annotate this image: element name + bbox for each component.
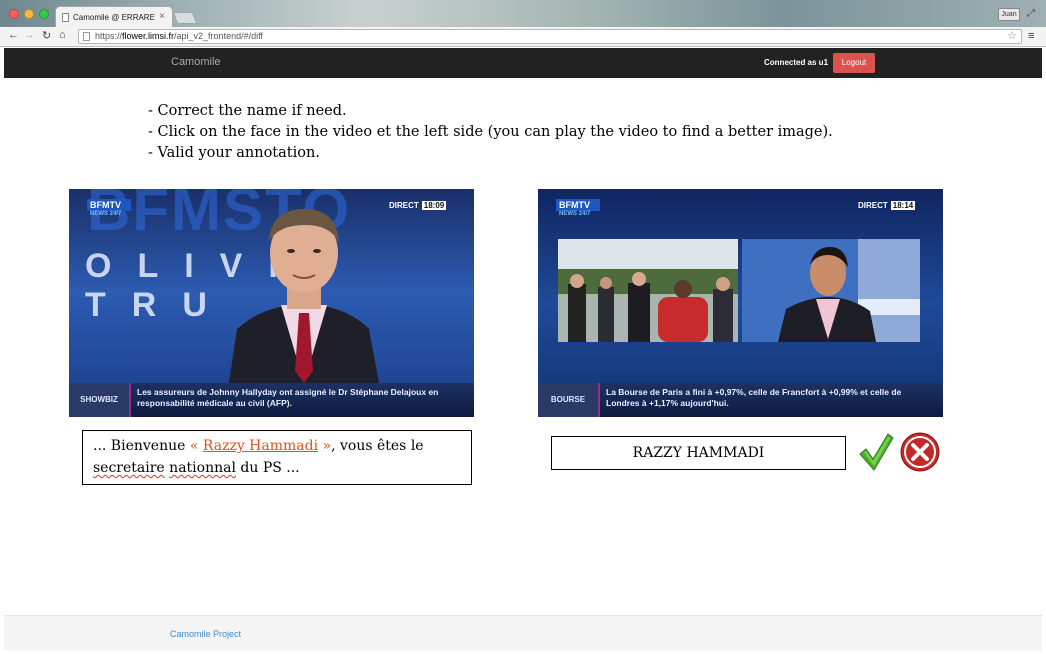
channel-logo-bottom: NEWS 24/7 <box>90 211 122 217</box>
window-controls <box>9 9 49 19</box>
channel-logo: BFMTV NEWS 24/7 <box>87 199 131 221</box>
transcript-rest: du PS ... <box>235 460 300 476</box>
fullscreen-icon[interactable]: ⤢ <box>1027 8 1035 19</box>
channel-logo-top: BFMTV <box>87 199 131 211</box>
browser-toolbar: ← → ↻ ⌂ https://flower.limsi.fr/api_v2_f… <box>0 27 1046 47</box>
ticker-category: SHOWBIZ <box>69 383 131 417</box>
channel-logo-bottom: NEWS 24/7 <box>559 211 591 217</box>
left-video-player[interactable]: BFMSTO OLIVI TRU BFMTV NEWS 24/7 DIRECT 1… <box>69 189 474 417</box>
news-ticker: BOURSE La Bourse de Paris a fini à +0,97… <box>538 383 943 417</box>
instruction-line: - Correct the name if need. <box>148 103 347 119</box>
page-icon <box>62 12 69 22</box>
page-icon <box>83 32 90 41</box>
connected-user-label: Connected as u1 <box>764 58 829 67</box>
ticker-text: Les assureurs de Johnny Hallyday ont ass… <box>137 387 439 408</box>
instruction-line: - Valid your annotation. <box>148 145 320 161</box>
app-navbar: Camomile Connected as u1 Logout <box>4 48 1042 78</box>
tab-close-button[interactable]: × <box>159 11 165 22</box>
reload-icon[interactable]: ↻ <box>42 29 51 42</box>
channel-logo-top: BFMTV <box>556 199 600 211</box>
cancel-icon[interactable] <box>900 432 940 472</box>
url-path: /api_v2_frontend/#/diff <box>174 31 263 41</box>
right-video-player[interactable]: BFMTV NEWS 24/7 DIRECT 18:14 BOURSE La Bo… <box>538 189 943 417</box>
instruction-line: - Click on the face in the video et the … <box>148 124 833 140</box>
quote-open: « <box>189 438 203 454</box>
new-tab-button[interactable] <box>172 12 198 24</box>
live-badge: DIRECT 18:14 <box>858 201 916 210</box>
live-label: DIRECT <box>858 201 888 210</box>
live-time: 18:14 <box>890 201 916 210</box>
presenter-figure[interactable] <box>219 201 389 383</box>
quote-close: » <box>318 438 332 454</box>
tab-title: Camomile @ ERRARE <box>73 12 155 22</box>
browser-tab[interactable]: Camomile @ ERRARE × <box>55 6 173 27</box>
ticker-text: La Bourse de Paris a fini à +0,97%, cell… <box>606 387 902 408</box>
logout-button[interactable]: Logout <box>833 53 875 73</box>
live-label: DIRECT <box>389 201 419 210</box>
minimize-window-button[interactable] <box>24 9 34 19</box>
back-icon[interactable]: ← <box>8 29 19 41</box>
url-prefix: https:// <box>95 31 123 41</box>
window-titlebar: Camomile @ ERRARE × Juan ⤢ <box>0 0 1046 27</box>
transcript-before: ... Bienvenue <box>93 438 190 454</box>
transcript-name-reference[interactable]: « Razzy Hammadi » <box>190 438 331 454</box>
channel-logo: BFMTV NEWS 24/7 <box>556 199 600 221</box>
profile-button[interactable]: Juan <box>998 8 1020 21</box>
live-badge: DIRECT 18:09 <box>389 201 447 210</box>
transcript-after-name: , vous êtes le <box>331 438 424 454</box>
home-icon[interactable]: ⌂ <box>59 29 66 41</box>
url-host: flower.limsi.fr <box>122 31 175 41</box>
instructions: - Correct the name if need. - Click on t… <box>148 101 833 164</box>
transcript-name: Razzy Hammadi <box>202 438 319 454</box>
name-input[interactable]: RAZZY HAMMADI <box>551 436 846 470</box>
star-icon[interactable]: ☆ <box>1007 30 1017 43</box>
forward-icon[interactable]: → <box>24 29 35 41</box>
footer: Camomile Project <box>4 615 1042 651</box>
zoom-window-button[interactable] <box>39 9 49 19</box>
menu-icon[interactable]: ≡ <box>1028 30 1034 42</box>
close-window-button[interactable] <box>9 9 19 19</box>
transcript-box: ... Bienvenue « Razzy Hammadi », vous êt… <box>82 430 472 485</box>
brand-link[interactable]: Camomile <box>171 56 221 68</box>
transcript-word: nationnal <box>169 460 236 476</box>
news-ticker: SHOWBIZ Les assureurs de Johnny Hallyday… <box>69 383 474 417</box>
split-screen-image[interactable] <box>558 239 920 342</box>
check-icon[interactable] <box>858 432 894 472</box>
footer-project-link[interactable]: Camomile Project <box>170 629 241 639</box>
ticker-category: BOURSE <box>538 383 600 417</box>
live-time: 18:09 <box>421 201 447 210</box>
address-bar[interactable]: https://flower.limsi.fr/api_v2_frontend/… <box>78 29 1022 44</box>
transcript-word: secretaire <box>93 460 165 476</box>
